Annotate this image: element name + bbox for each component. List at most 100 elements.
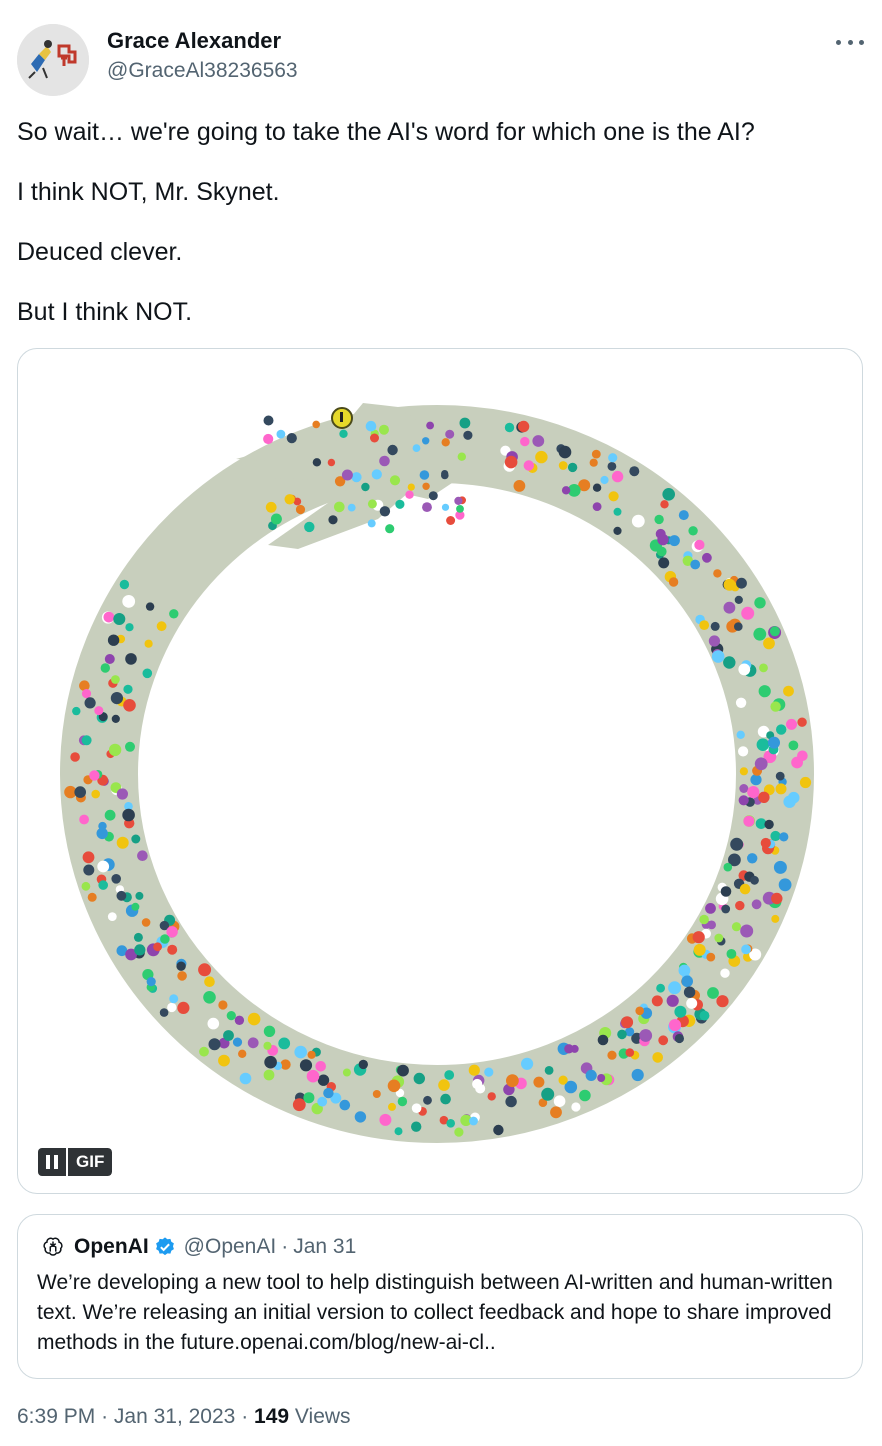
views-count: 149 — [254, 1405, 290, 1428]
snake-dot — [370, 433, 379, 443]
snake-dot — [79, 814, 89, 825]
snake-dot — [247, 1037, 259, 1049]
snake-dot — [177, 971, 187, 981]
snake-dot — [735, 900, 745, 911]
snake-dot — [441, 503, 450, 511]
snake-dot — [734, 622, 743, 631]
snake-dot — [133, 932, 143, 942]
snake-dot — [223, 1030, 234, 1041]
avatar[interactable] — [17, 24, 89, 96]
snake-dot — [607, 462, 617, 471]
post-text: So wait… we're going to take the AI's wo… — [17, 117, 867, 357]
ouroboros-snake-image — [18, 349, 814, 1143]
snake-dot — [367, 499, 377, 509]
author-name[interactable]: Grace Alexander — [107, 28, 281, 54]
snake-dot — [657, 533, 669, 546]
snake-dot — [739, 767, 749, 776]
snake-dot — [405, 490, 414, 499]
snake-dot — [711, 650, 725, 663]
snake-dot — [111, 874, 121, 884]
snake-dot — [265, 501, 277, 513]
snake-dot — [411, 1121, 422, 1132]
snake-dot — [81, 689, 92, 699]
snake-dot — [770, 830, 781, 842]
snake-dot — [779, 832, 789, 842]
snake-dot — [681, 975, 693, 988]
snake-dot — [738, 746, 749, 757]
author-handle[interactable]: @GraceAl38236563 — [107, 59, 298, 83]
snake-dot — [264, 1055, 277, 1069]
dot — [836, 39, 841, 45]
snake-dot — [125, 741, 135, 752]
tweet-time[interactable]: 6:39 PM — [17, 1405, 95, 1428]
snake-dot — [611, 470, 624, 483]
snake-dot — [592, 502, 602, 511]
quoted-header: OpenAI @OpenAI · Jan 31 — [42, 1235, 356, 1259]
snake-dot — [468, 1064, 480, 1076]
avatar-image — [17, 24, 89, 96]
snake-dot — [787, 791, 800, 804]
snake-dot — [720, 886, 732, 897]
snake-dot — [312, 420, 321, 429]
snake-dot — [169, 609, 179, 619]
snake-dot — [674, 1005, 687, 1018]
snake-dot — [532, 435, 545, 447]
snake-dot — [84, 697, 96, 709]
snake-dot — [702, 552, 712, 563]
snake-dot — [104, 809, 116, 821]
snake-dot — [263, 1041, 272, 1050]
quoted-date[interactable]: Jan 31 — [293, 1235, 356, 1259]
footer-separator: · — [101, 1405, 109, 1428]
snake-dot — [177, 1001, 190, 1015]
snake-dot — [87, 892, 97, 902]
snake-dot — [199, 1046, 209, 1057]
snake-dot — [315, 1061, 327, 1072]
snake-dot — [658, 1035, 669, 1046]
snake-dot — [122, 595, 136, 608]
tweet-date[interactable]: Jan 31, 2023 — [114, 1405, 235, 1428]
snake-dot — [786, 718, 797, 730]
more-dots-icon[interactable] — [836, 30, 864, 54]
snake-dot — [707, 920, 716, 930]
snake-dot — [247, 1012, 261, 1026]
snake-dot — [169, 994, 179, 1004]
pause-icon[interactable] — [38, 1148, 66, 1176]
snake-dot — [743, 815, 755, 827]
snake-dot — [736, 730, 745, 739]
snake-dot — [428, 491, 438, 501]
snake-dot — [579, 1089, 591, 1102]
snake-dot — [571, 1102, 581, 1112]
quoted-author-name[interactable]: OpenAI — [74, 1235, 149, 1259]
snake-dot — [741, 944, 751, 955]
snake-dot — [533, 1076, 545, 1088]
snake-dot — [564, 1044, 574, 1054]
snake-dot — [731, 922, 742, 932]
snake-dot — [734, 595, 743, 604]
snake-dot — [218, 1054, 230, 1067]
snake-dot — [686, 997, 698, 1009]
snake-dot — [694, 539, 705, 550]
snake-dot — [778, 878, 792, 892]
snake-dot — [295, 504, 306, 515]
snake-dot — [351, 472, 362, 483]
snake-dot — [799, 776, 812, 789]
quoted-tweet[interactable]: OpenAI @OpenAI · Jan 31 We’re developing… — [17, 1214, 863, 1379]
quoted-handle[interactable]: @OpenAI — [184, 1235, 277, 1259]
snake-dot — [589, 458, 598, 467]
snake-dot — [517, 420, 530, 433]
dot — [859, 39, 864, 45]
snake-dot — [440, 1093, 451, 1105]
snake-dot — [693, 943, 706, 956]
snake-dot — [358, 1059, 368, 1070]
snake-dot — [723, 656, 736, 669]
snake-dot — [328, 515, 338, 525]
snake-dot — [635, 1006, 644, 1016]
snake-dot — [441, 470, 449, 478]
views-label: Views — [294, 1405, 351, 1428]
quoted-separator: · — [281, 1235, 289, 1258]
snake-dot — [567, 462, 578, 473]
snake-dot — [699, 914, 709, 925]
post-paragraph: I think NOT, Mr. Skynet. — [17, 178, 280, 206]
media-gif[interactable]: GIF — [17, 348, 863, 1194]
snake-dot — [523, 460, 534, 471]
